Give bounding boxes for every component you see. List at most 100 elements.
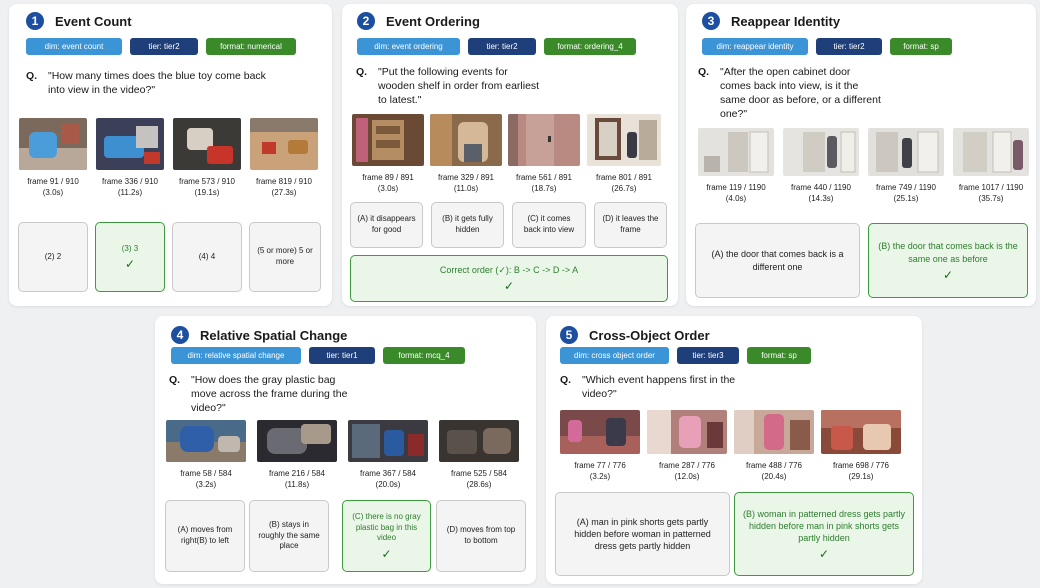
frame-label: frame 819 / 910 bbox=[255, 177, 313, 187]
frame-label: frame 367 / 584 bbox=[359, 469, 417, 479]
question-text: "How many times does the blue toy come b… bbox=[48, 70, 266, 96]
frame-time: (20.0s) bbox=[375, 479, 401, 489]
dim-tag: dim: event count bbox=[26, 38, 122, 55]
frame-1: frame 89 / 891 (3.0s) bbox=[352, 114, 424, 194]
option-text: (B) stays in roughly the same place bbox=[258, 519, 320, 551]
option-card[interactable]: (5 or more) 5 or more bbox=[249, 222, 321, 292]
option-text: (C) there is no gray plastic bag in this… bbox=[352, 511, 421, 543]
correct-order-box: Correct order (✓): B -> C -> D -> A ✓ bbox=[350, 255, 668, 302]
option-card[interactable]: (C) it comes back into view bbox=[512, 202, 586, 248]
panel-event-count: 1 Event Count dim: event count tier: tie… bbox=[9, 4, 332, 306]
check-icon: ✓ bbox=[818, 547, 830, 562]
frame-1: frame 77 / 776 (3.2s) bbox=[560, 410, 640, 482]
option-card[interactable]: (A) it disappears for good bbox=[350, 202, 423, 248]
frame-3: frame 561 / 891 (18.7s) bbox=[508, 114, 580, 194]
option-card[interactable]: (2) 2 bbox=[18, 222, 88, 292]
frame-time: (20.4s) bbox=[761, 471, 787, 481]
frame-1: frame 119 / 1190 (4.0s) bbox=[698, 128, 774, 204]
panel-reappear-identity: 3 Reappear Identity dim: reappear identi… bbox=[686, 4, 1036, 306]
video-frame-thumbnail bbox=[821, 410, 901, 454]
panel-title: Relative Spatial Change bbox=[200, 327, 348, 343]
frame-label: frame 216 / 584 bbox=[268, 469, 326, 479]
frame-time: (11.0s) bbox=[453, 183, 479, 193]
option-card-correct[interactable]: (C) there is no gray plastic bag in this… bbox=[342, 500, 431, 572]
panel-number-badge: 1 bbox=[26, 12, 44, 30]
video-frame-thumbnail bbox=[166, 420, 246, 462]
frame-label: frame 287 / 776 bbox=[658, 461, 716, 471]
frame-time: (4.0s) bbox=[725, 193, 747, 203]
option-card[interactable]: (A) man in pink shorts gets partly hidde… bbox=[555, 492, 730, 576]
option-card[interactable]: (A) the door that comes back is a differ… bbox=[695, 223, 860, 298]
option-card[interactable]: (B) stays in roughly the same place bbox=[249, 500, 329, 572]
frame-1: frame 91 / 910 (3.0s) bbox=[19, 118, 87, 198]
frame-time: (11.8s) bbox=[284, 479, 310, 489]
frame-label: frame 698 / 776 bbox=[832, 461, 890, 471]
check-icon: ✓ bbox=[503, 279, 515, 293]
dim-tag: dim: relative spatial change bbox=[171, 347, 301, 364]
option-card[interactable]: (4) 4 bbox=[172, 222, 242, 292]
option-card[interactable]: (B) it gets fully hidden bbox=[431, 202, 504, 248]
frame-time: (29.1s) bbox=[848, 471, 874, 481]
question-label: Q. bbox=[560, 374, 572, 386]
format-tag: format: ordering_4 bbox=[544, 38, 636, 55]
video-frame-thumbnail bbox=[250, 118, 318, 170]
option-text: (3) 3 bbox=[121, 243, 139, 253]
frame-4: frame 1017 / 1190 (35.7s) bbox=[953, 128, 1029, 204]
option-text: (A) man in pink shorts gets partly hidde… bbox=[574, 516, 711, 552]
option-card[interactable]: (A) moves from right(B) to left bbox=[165, 500, 245, 572]
check-icon: ✓ bbox=[124, 257, 136, 272]
dim-tag: dim: reappear identity bbox=[702, 38, 808, 55]
question-text: "Which event happens first in the video?… bbox=[582, 374, 736, 400]
option-card[interactable]: (D) it leaves the frame bbox=[594, 202, 667, 248]
frame-2: frame 287 / 776 (12.0s) bbox=[647, 410, 727, 482]
option-card[interactable]: (D) moves from top to bottom bbox=[436, 500, 526, 572]
frame-4: frame 801 / 891 (26.7s) bbox=[587, 114, 661, 194]
video-frame-thumbnail bbox=[868, 128, 944, 176]
frame-time: (3.2s) bbox=[589, 471, 611, 481]
video-frame-thumbnail bbox=[783, 128, 859, 176]
panel-header: 5 Cross-Object Order bbox=[560, 326, 710, 344]
panel-title: Reappear Identity bbox=[731, 13, 841, 29]
frame-label: frame 801 / 891 bbox=[595, 173, 653, 183]
question-text: "After the open cabinet door comes back … bbox=[720, 66, 881, 120]
frame-label: frame 440 / 1190 bbox=[791, 183, 851, 193]
option-text: (D) moves from top to bottom bbox=[446, 525, 516, 545]
tag-row: dim: reappear identity tier: tier2 forma… bbox=[702, 38, 952, 55]
video-frame-thumbnail bbox=[439, 420, 519, 462]
option-text: (2) 2 bbox=[44, 251, 62, 261]
frame-time: (18.7s) bbox=[531, 183, 557, 193]
frame-label: frame 749 / 1190 bbox=[876, 183, 936, 193]
option-text: (A) moves from right(B) to left bbox=[177, 525, 233, 545]
option-card-correct[interactable]: (3) 3 ✓ bbox=[95, 222, 165, 292]
panel-title: Cross-Object Order bbox=[589, 327, 710, 343]
option-card-correct[interactable]: (B) woman in patterned dress gets partly… bbox=[734, 492, 914, 576]
frame-1: frame 58 / 584 (3.2s) bbox=[166, 420, 246, 490]
panel-title: Event Ordering bbox=[386, 13, 480, 29]
question-label: Q. bbox=[169, 374, 181, 386]
option-card-correct[interactable]: (B) the door that comes back is the same… bbox=[868, 223, 1028, 298]
frame-3: frame 749 / 1190 (25.1s) bbox=[868, 128, 944, 204]
question: Q. "After the open cabinet door comes ba… bbox=[698, 66, 884, 121]
dim-tag: dim: cross object order bbox=[560, 347, 669, 364]
dim-tag: dim: event ordering bbox=[357, 38, 460, 55]
video-frame-thumbnail bbox=[173, 118, 241, 170]
tier-tag: tier: tier2 bbox=[468, 38, 536, 55]
option-text: (A) it disappears for good bbox=[357, 214, 416, 234]
frame-time: (3.2s) bbox=[195, 479, 217, 489]
panel-number-badge: 5 bbox=[560, 326, 578, 344]
frame-label: frame 573 / 910 bbox=[178, 177, 236, 187]
question: Q. "Put the following events for wooden … bbox=[356, 66, 546, 108]
question: Q. "How does the gray plastic bag move a… bbox=[169, 374, 351, 416]
panel-number-badge: 2 bbox=[357, 12, 375, 30]
option-text: (4) 4 bbox=[198, 251, 216, 261]
frame-3: frame 573 / 910 (19.1s) bbox=[173, 118, 241, 198]
tier-tag: tier: tier2 bbox=[130, 38, 198, 55]
frame-time: (19.1s) bbox=[194, 187, 220, 197]
question-label: Q. bbox=[356, 66, 368, 78]
format-tag: format: sp bbox=[890, 38, 952, 55]
frame-time: (11.2s) bbox=[117, 187, 143, 197]
tag-row: dim: cross object order tier: tier3 form… bbox=[560, 347, 811, 364]
frame-time: (12.0s) bbox=[674, 471, 700, 481]
tier-tag: tier: tier1 bbox=[309, 347, 375, 364]
option-text: (5 or more) 5 or more bbox=[257, 246, 313, 266]
